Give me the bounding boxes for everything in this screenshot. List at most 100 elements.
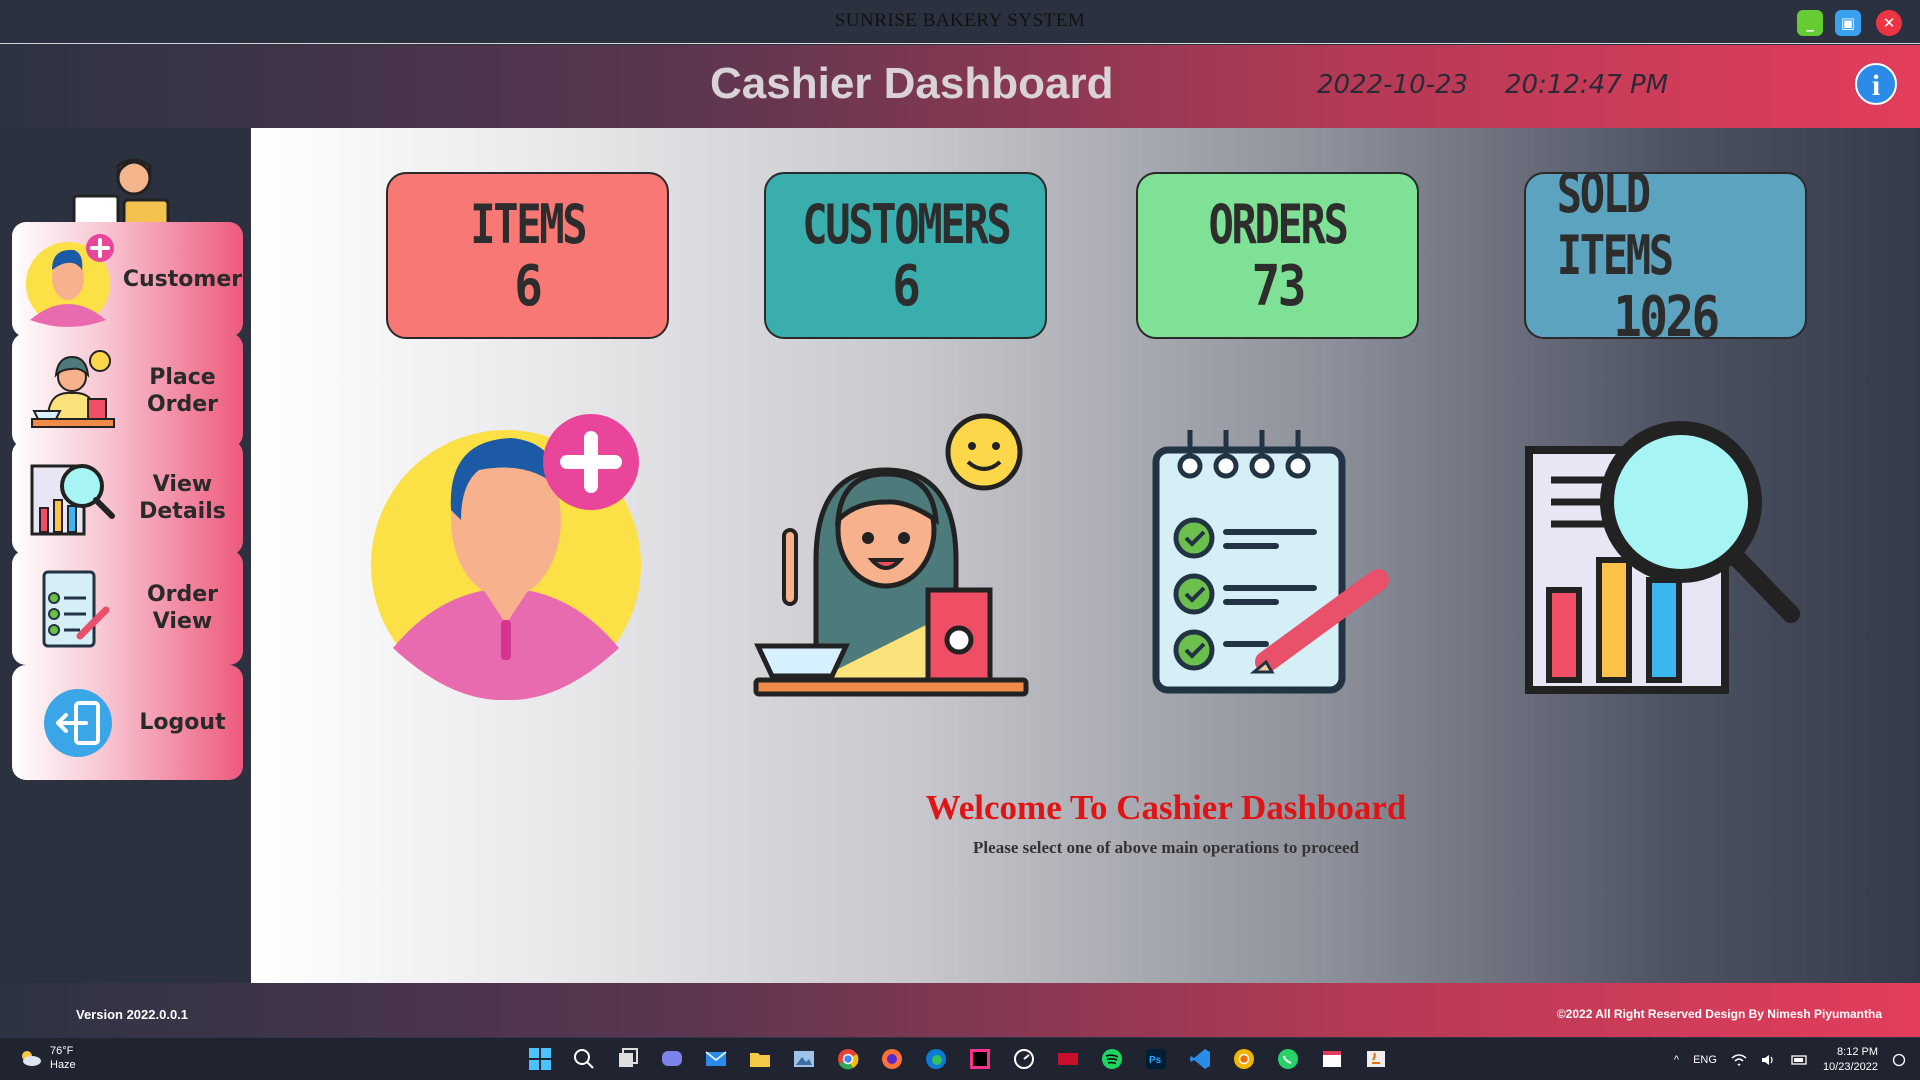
stat-label: CUSTOMERS <box>801 192 1012 256</box>
welcome-subtitle: Please select one of above main operatio… <box>973 838 1359 857</box>
close-button[interactable]: ✕ <box>1876 10 1902 36</box>
minimize-icon: _ <box>1806 14 1814 32</box>
spotify-icon <box>1102 1049 1122 1069</box>
photos-icon <box>794 1051 814 1067</box>
sidebar-item-customer[interactable]: Customer <box>12 222 243 337</box>
weather-temp: 76°F <box>50 1045 74 1057</box>
app-window-icon <box>1323 1051 1341 1067</box>
view-details-icon[interactable] <box>1521 410 1811 700</box>
sidebar-item-label: Place Order <box>146 364 219 417</box>
folder-icon <box>750 1053 770 1067</box>
chrome-canary-icon <box>1234 1049 1254 1069</box>
search-button[interactable] <box>568 1043 600 1075</box>
vscode-icon <box>1190 1049 1210 1069</box>
java-icon <box>1367 1051 1385 1067</box>
view-details-icon <box>30 463 115 535</box>
game-app[interactable] <box>1052 1043 1084 1075</box>
java-app[interactable] <box>1360 1043 1392 1075</box>
chrome-icon <box>838 1049 859 1070</box>
sidebar-item-label: View Details <box>139 471 226 524</box>
mail-app[interactable] <box>700 1043 732 1075</box>
firefox-icon <box>882 1049 902 1069</box>
chat-icon <box>662 1051 682 1066</box>
stat-label: ITEMS <box>469 192 587 256</box>
clock-date: 10/23/2022 <box>1822 1060 1878 1073</box>
sidebar-item-order-view[interactable]: Order View <box>12 550 243 665</box>
whatsapp-icon <box>1278 1049 1298 1069</box>
order-view-icon[interactable] <box>1126 410 1416 700</box>
place-order-icon[interactable] <box>746 410 1036 700</box>
speedometer-icon <box>1014 1049 1034 1069</box>
file-explorer-app[interactable] <box>744 1043 776 1075</box>
edge-app[interactable] <box>920 1043 952 1075</box>
cloud-sun-icon <box>22 1051 41 1066</box>
windows-icon <box>529 1048 551 1070</box>
maximize-button[interactable]: ▣ <box>1835 10 1861 36</box>
stat-value: 6 <box>514 253 543 319</box>
weather-widget[interactable]: 76°F Haze <box>18 1044 76 1072</box>
game-icon <box>1058 1053 1078 1065</box>
intellij-icon <box>970 1049 990 1069</box>
add-customer-icon <box>26 233 114 327</box>
stat-card-orders[interactable]: ORDERS 73 <box>1136 172 1419 339</box>
bakery-app[interactable] <box>1316 1043 1348 1075</box>
place-order-icon <box>31 349 115 428</box>
notification-icon[interactable] <box>1892 1053 1906 1067</box>
taskbar-apps: Ps <box>524 1043 1392 1075</box>
order-view-icon <box>42 570 110 647</box>
spotify-app[interactable] <box>1096 1043 1128 1075</box>
stat-card-customers[interactable]: CUSTOMERS 6 <box>764 172 1047 339</box>
info-icon: i <box>1871 69 1881 102</box>
whatsapp-app[interactable] <box>1272 1043 1304 1075</box>
sidebar-item-place-order[interactable]: Place Order <box>12 333 243 448</box>
stat-label: ORDERS <box>1208 192 1348 256</box>
title-bar: SUNRISE BAKERY SYSTEM _ ▣ ✕ <box>0 0 1920 44</box>
battery-icon[interactable] <box>1791 1053 1809 1067</box>
stat-label: SOLD ITEMS <box>1556 161 1674 287</box>
logout-button[interactable]: Logout <box>12 665 243 780</box>
sidebar-item-label: Logout <box>139 710 226 735</box>
language-indicator[interactable]: ENG <box>1693 1054 1717 1066</box>
header-date: 2022-10-23 <box>1317 70 1469 100</box>
close-icon: ✕ <box>1882 14 1896 32</box>
volume-icon[interactable] <box>1761 1053 1777 1067</box>
chrome-app[interactable] <box>832 1043 864 1075</box>
stat-card-items[interactable]: ITEMS 6 <box>386 172 669 339</box>
chrome-canary-app[interactable] <box>1228 1043 1260 1075</box>
speedtest-app[interactable] <box>1008 1043 1040 1075</box>
edge-icon <box>926 1049 946 1069</box>
photos-app[interactable] <box>788 1043 820 1075</box>
stat-value: 6 <box>892 253 921 319</box>
page-title: Cashier Dashboard <box>710 59 1114 108</box>
chevron-up-icon[interactable]: ^ <box>1674 1054 1679 1066</box>
sidebar: Customer Place Order View Details Order … <box>0 128 251 983</box>
stat-value: 73 <box>1251 253 1306 319</box>
sidebar-item-label: Customer <box>122 267 243 292</box>
weather-condition: Haze <box>50 1059 76 1071</box>
system-tray: ^ ENG 8:12 PM 10/23/2022 <box>1674 1038 1920 1080</box>
copyright-label: ©2022 All Right Reserved Design By Nimes… <box>1556 1007 1882 1021</box>
welcome-title: Welcome To Cashier Dashboard <box>925 788 1407 827</box>
start-button[interactable] <box>524 1043 556 1075</box>
sidebar-item-label: Order View <box>146 581 219 634</box>
header-time: 20:12:47 PM <box>1505 70 1669 100</box>
minimize-button[interactable]: _ <box>1797 10 1823 36</box>
firefox-app[interactable] <box>876 1043 908 1075</box>
sidebar-item-view-details[interactable]: View Details <box>12 440 243 555</box>
stat-value: 1026 <box>1613 284 1720 350</box>
mail-icon <box>705 1051 727 1066</box>
info-button[interactable]: i <box>1855 63 1897 105</box>
taskbar: 76°F Haze Ps ^ ENG 8:12 PM 10/23/2022 <box>0 1037 1920 1080</box>
wifi-icon[interactable] <box>1731 1053 1747 1067</box>
chat-app[interactable] <box>656 1043 688 1075</box>
intellij-app[interactable] <box>964 1043 996 1075</box>
vscode-app[interactable] <box>1184 1043 1216 1075</box>
photoshop-app[interactable]: Ps <box>1140 1043 1172 1075</box>
add-customer-icon[interactable] <box>361 410 651 700</box>
header: Cashier Dashboard 2022-10-23 20:12:47 PM… <box>0 45 1920 128</box>
footer: Version 2022.0.0.1 ©2022 All Right Reser… <box>0 983 1920 1037</box>
taskbar-clock[interactable]: 8:12 PM 10/23/2022 <box>1823 1045 1878 1075</box>
version-label: Version 2022.0.0.1 <box>76 1007 189 1022</box>
stat-card-sold-items[interactable]: SOLD ITEMS 1026 <box>1524 162 1807 348</box>
task-view-button[interactable] <box>612 1043 644 1075</box>
